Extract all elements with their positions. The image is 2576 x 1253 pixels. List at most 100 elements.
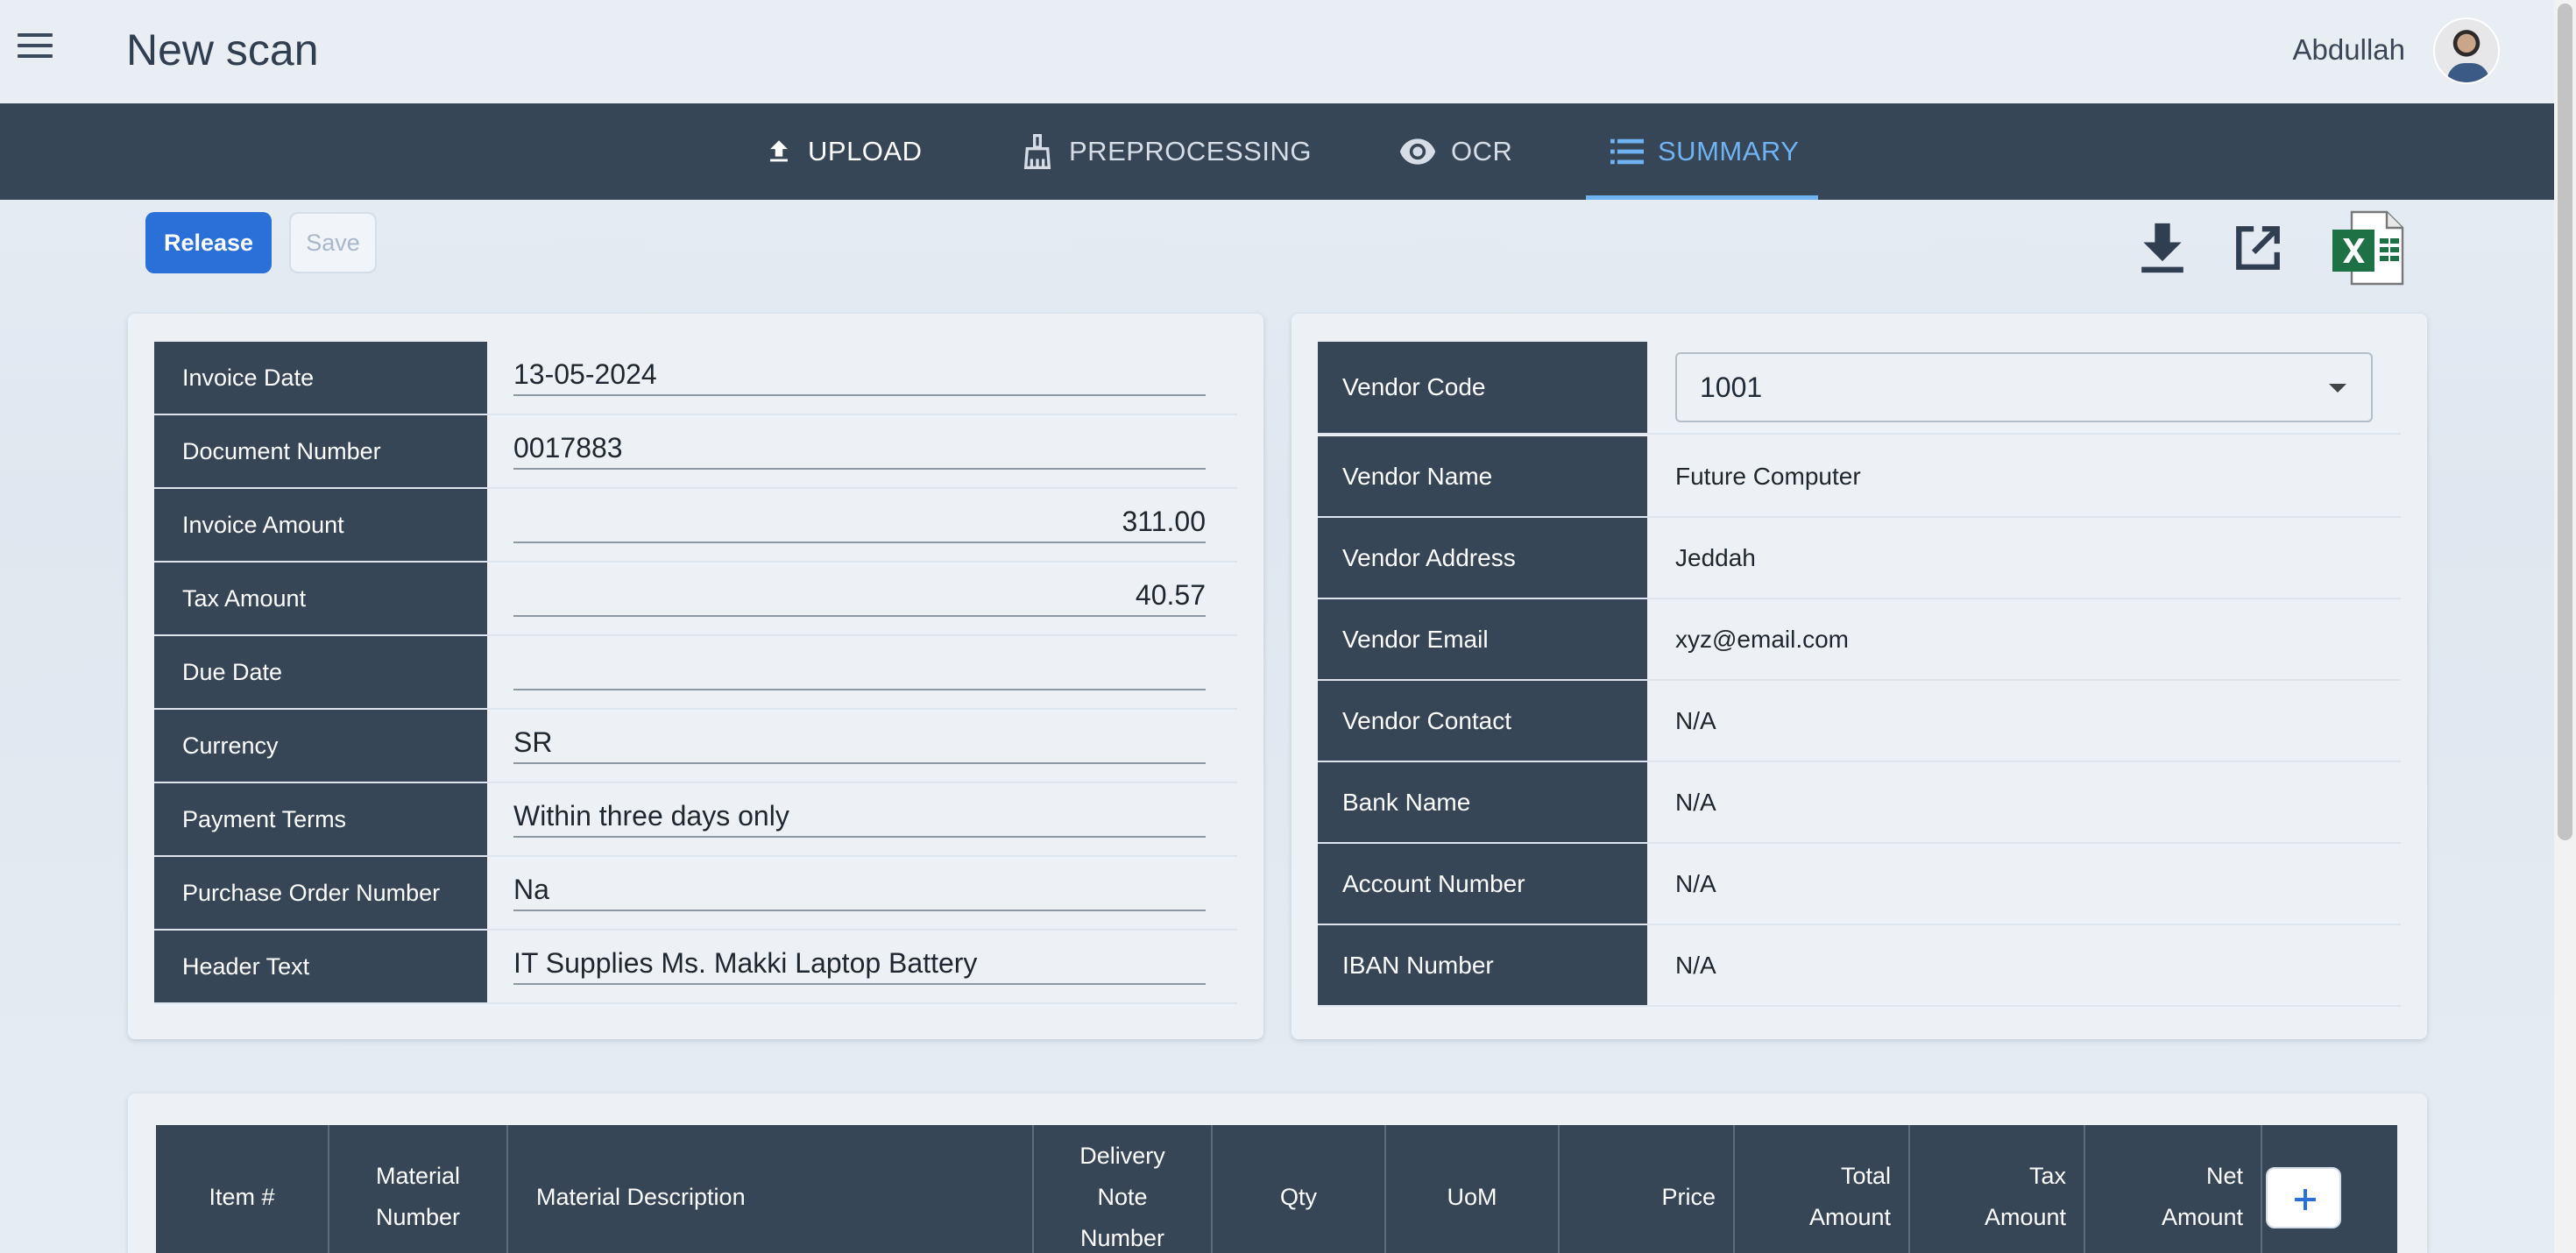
tab-ocr[interactable]: OCR bbox=[1398, 103, 1512, 200]
page-scrollbar[interactable] bbox=[2554, 0, 2576, 1253]
column-header-qty: Qty bbox=[1213, 1125, 1386, 1253]
header-text-input[interactable]: IT Supplies Ms. Makki Laptop Battery bbox=[513, 943, 1206, 985]
invoice-details-card: Invoice Date 13-05-2024 Document Number … bbox=[128, 314, 1263, 1039]
tax-amount-row: Tax Amount 40.57 bbox=[154, 563, 1237, 636]
chevron-down-icon bbox=[2329, 384, 2346, 393]
download-icon[interactable] bbox=[2140, 223, 2185, 278]
column-header-price: Price bbox=[1560, 1125, 1735, 1253]
column-header-label: Item # bbox=[209, 1183, 275, 1210]
payment-terms-input[interactable]: Within three days only bbox=[513, 796, 1206, 838]
tab-preprocessing-label: PREPROCESSING bbox=[1069, 136, 1312, 166]
vendor-code-select[interactable]: 1001 bbox=[1675, 352, 2373, 422]
field-label: Bank Name bbox=[1318, 762, 1647, 842]
document-number-input[interactable]: 0017883 bbox=[513, 428, 1206, 470]
column-header-label: Number bbox=[375, 1204, 461, 1230]
excel-export-icon[interactable] bbox=[2331, 210, 2404, 290]
field-label: Vendor Address bbox=[1318, 518, 1647, 598]
vendor-details-card: Vendor Code 1001 Vendor Name Future Comp… bbox=[1292, 314, 2427, 1039]
avatar[interactable] bbox=[2433, 18, 2500, 84]
app-bar: New scan Abdullah bbox=[0, 0, 2554, 103]
field-label: Vendor Code bbox=[1318, 342, 1647, 433]
field-label: Tax Amount bbox=[154, 563, 487, 634]
iban-number-row: IBAN Number N/A bbox=[1318, 925, 2401, 1007]
add-row-button[interactable] bbox=[2266, 1167, 2341, 1228]
column-header-label: Amount bbox=[1808, 1204, 1891, 1230]
tab-bar: UPLOAD PREPROCESSING OCR SUMMARY bbox=[0, 103, 2554, 200]
menu-icon[interactable] bbox=[18, 33, 53, 61]
release-button[interactable]: Release bbox=[145, 212, 272, 273]
currency-input[interactable]: SR bbox=[513, 722, 1206, 764]
open-external-icon[interactable] bbox=[2233, 223, 2283, 278]
tab-preprocessing[interactable]: PREPROCESSING bbox=[1020, 103, 1312, 200]
vendor-contact-row: Vendor Contact N/A bbox=[1318, 681, 2401, 762]
tab-summary-label: SUMMARY bbox=[1658, 136, 1800, 166]
document-number-row: Document Number 0017883 bbox=[154, 415, 1237, 489]
save-button[interactable]: Save bbox=[289, 212, 377, 273]
column-header-label: Delivery bbox=[1079, 1142, 1165, 1169]
vendor-code-row: Vendor Code 1001 bbox=[1318, 342, 2401, 435]
vendor-email-value: xyz@email.com bbox=[1675, 625, 1850, 653]
vendor-name-row: Vendor Name Future Computer bbox=[1318, 436, 2401, 518]
column-header-label: Amount bbox=[1984, 1204, 2066, 1230]
due-date-input[interactable] bbox=[513, 648, 1206, 690]
field-label: Purchase Order Number bbox=[154, 857, 487, 929]
column-header-label: Qty bbox=[1279, 1183, 1317, 1210]
column-header-material-description: Material Description bbox=[508, 1125, 1034, 1253]
currency-row: Currency SR bbox=[154, 710, 1237, 783]
column-header-label: UoM bbox=[1447, 1183, 1497, 1210]
tab-summary[interactable]: SUMMARY bbox=[1585, 103, 1819, 200]
iban-number-value: N/A bbox=[1675, 951, 1716, 979]
field-label: Currency bbox=[154, 710, 487, 782]
column-header-label: Net bbox=[2205, 1163, 2243, 1189]
column-header-label: Total bbox=[1840, 1163, 1891, 1189]
list-icon bbox=[1610, 138, 1644, 165]
bank-name-value: N/A bbox=[1675, 788, 1716, 816]
brush-icon bbox=[1023, 134, 1051, 169]
account-number-row: Account Number N/A bbox=[1318, 844, 2401, 925]
invoice-amount-input[interactable]: 311.00 bbox=[513, 501, 1206, 543]
column-header-total-amount: Total Amount bbox=[1735, 1125, 1910, 1253]
upload-icon bbox=[770, 140, 788, 162]
column-header-material-number: Material Number bbox=[329, 1125, 508, 1253]
invoice-date-input[interactable]: 13-05-2024 bbox=[513, 354, 1206, 396]
column-header-tax-amount: Tax Amount bbox=[1910, 1125, 2085, 1253]
due-date-row: Due Date bbox=[154, 636, 1237, 710]
line-items-table-header: Item # Material Number Material Descripti… bbox=[156, 1125, 2397, 1253]
scrollbar-thumb[interactable] bbox=[2558, 4, 2572, 840]
field-label: Account Number bbox=[1318, 844, 1647, 924]
tab-ocr-label: OCR bbox=[1451, 136, 1513, 166]
column-header-item: Item # bbox=[156, 1125, 329, 1253]
vendor-name-value: Future Computer bbox=[1675, 462, 1861, 490]
column-header-net-amount: Net Amount bbox=[2085, 1125, 2262, 1253]
page-title: New scan bbox=[126, 25, 319, 74]
column-header-delivery-note-number: Delivery Note Number bbox=[1034, 1125, 1213, 1253]
account-number-value: N/A bbox=[1675, 869, 1716, 897]
field-label: Invoice Date bbox=[154, 342, 487, 414]
purchase-order-row: Purchase Order Number Na bbox=[154, 857, 1237, 931]
column-header-label: Number bbox=[1079, 1224, 1165, 1251]
column-header-label: Note bbox=[1097, 1183, 1148, 1210]
purchase-order-input[interactable]: Na bbox=[513, 869, 1206, 911]
field-label: Document Number bbox=[154, 415, 487, 487]
payment-terms-row: Payment Terms Within three days only bbox=[154, 783, 1237, 857]
field-label: Payment Terms bbox=[154, 783, 487, 855]
field-label: Vendor Email bbox=[1318, 599, 1647, 679]
user-name[interactable]: Abdullah bbox=[2293, 33, 2405, 67]
field-label: Vendor Contact bbox=[1318, 681, 1647, 761]
field-label: Due Date bbox=[154, 636, 487, 708]
field-label: Vendor Name bbox=[1318, 436, 1647, 516]
column-header-label: Price bbox=[1661, 1183, 1716, 1210]
column-header-label: Material bbox=[375, 1163, 461, 1189]
tab-upload[interactable]: UPLOAD bbox=[764, 103, 922, 200]
line-items-card: Item # Material Number Material Descripti… bbox=[128, 1094, 2427, 1253]
column-header-label: Amount bbox=[2161, 1204, 2243, 1230]
field-label: IBAN Number bbox=[1318, 925, 1647, 1005]
field-label: Header Text bbox=[154, 931, 487, 1002]
invoice-amount-row: Invoice Amount 311.00 bbox=[154, 489, 1237, 563]
tax-amount-input[interactable]: 40.57 bbox=[513, 575, 1206, 617]
field-label: Invoice Amount bbox=[154, 489, 487, 561]
column-header-uom: UoM bbox=[1386, 1125, 1560, 1253]
vendor-address-value: Jeddah bbox=[1675, 543, 1756, 571]
column-header-label: Material Description bbox=[536, 1183, 746, 1210]
column-header-label: Tax bbox=[2028, 1163, 2066, 1189]
